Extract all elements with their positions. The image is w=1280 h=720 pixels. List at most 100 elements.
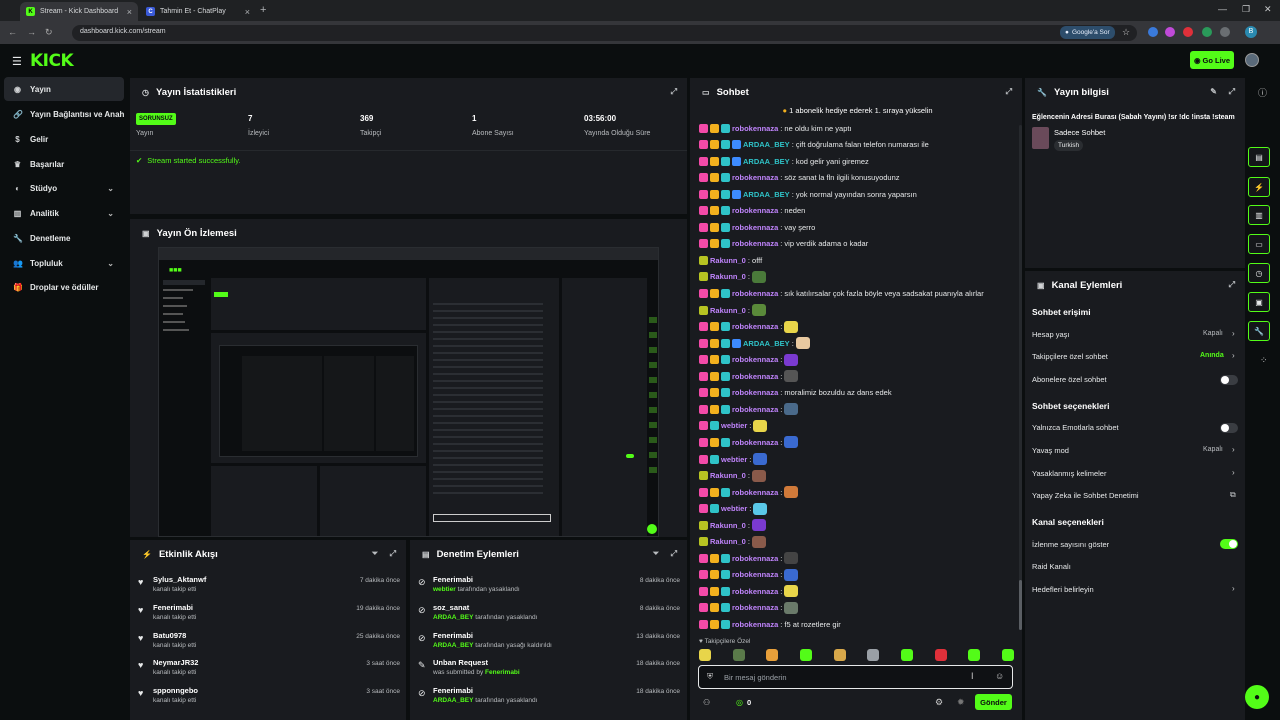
emote-button[interactable] xyxy=(766,649,779,661)
add-widget-icon[interactable]: ⁘ xyxy=(1260,355,1268,366)
chat-username[interactable]: ARDAA_BEY xyxy=(743,140,790,149)
category-name[interactable]: Sadece Sohbet xyxy=(1054,128,1105,137)
chat-username[interactable]: robokennaza xyxy=(732,355,778,364)
sidebar-item-topluluk[interactable]: 👥 Topluluk ⌄ xyxy=(4,251,124,275)
rail-stats-button[interactable]: ◷ xyxy=(1248,263,1270,283)
moderation-target[interactable]: Fenerimabi xyxy=(433,631,473,640)
chat-username[interactable]: Rakunn_0 xyxy=(710,272,746,281)
language-tag[interactable]: Turkish xyxy=(1054,140,1084,151)
tab-kick-dashboard[interactable]: K Stream - Kick Dashboard × xyxy=(20,2,138,21)
chevron-right-icon[interactable]: › xyxy=(1232,468,1235,477)
stream-preview-video[interactable]: ■■■ xyxy=(158,247,659,537)
moderation-actor[interactable]: ARDAA_BEY xyxy=(433,697,473,704)
chat-scrollbar-thumb[interactable] xyxy=(1019,580,1022,630)
chevron-right-icon[interactable]: › xyxy=(1232,584,1235,593)
chevron-right-icon[interactable]: › xyxy=(1232,329,1235,338)
moderation-actor[interactable]: webtier xyxy=(433,586,456,593)
users-icon[interactable]: ⚇ xyxy=(703,698,710,707)
extension-icon[interactable] xyxy=(1202,27,1212,37)
setting-value[interactable]: Kapalı xyxy=(1203,446,1223,453)
emote-button[interactable] xyxy=(1001,649,1014,661)
chat-username[interactable]: Rakunn_0 xyxy=(710,471,746,480)
chevron-right-icon[interactable]: › xyxy=(1232,445,1235,454)
emote-button[interactable] xyxy=(934,649,947,661)
info-icon[interactable]: ⓘ xyxy=(1258,86,1267,99)
chat-username[interactable]: robokennaza xyxy=(732,239,778,248)
activity-user[interactable]: Fenerimabi xyxy=(153,603,193,612)
chat-username[interactable]: robokennaza xyxy=(732,206,778,215)
tab-chatplay[interactable]: C Tahmin Et - ChatPlay × xyxy=(140,2,256,21)
expand-icon[interactable]: ⤢ xyxy=(671,87,677,97)
external-link-icon[interactable]: ⧉ xyxy=(1230,490,1236,500)
google-ask-button[interactable]: ● Google'a Sor xyxy=(1060,26,1115,39)
chat-username[interactable]: robokennaza xyxy=(732,372,778,381)
help-chat-button[interactable]: ● xyxy=(1245,685,1269,709)
chat-username[interactable]: robokennaza xyxy=(732,322,778,331)
chat-username[interactable]: robokennaza xyxy=(732,603,778,612)
chat-username[interactable]: webtier xyxy=(721,455,747,464)
chevron-right-icon[interactable]: › xyxy=(1232,351,1235,360)
emoji-icon[interactable]: ☺ xyxy=(995,671,1004,681)
moderation-actor[interactable]: ARDAA_BEY xyxy=(433,642,473,649)
extension-icon[interactable] xyxy=(1165,27,1175,37)
url-field[interactable]: dashboard.kick.com/stream xyxy=(72,25,1137,41)
moderation-actor[interactable]: ARDAA_BEY xyxy=(433,614,473,621)
chat-username[interactable]: robokennaza xyxy=(732,570,778,579)
setting-value[interactable]: Anında xyxy=(1200,352,1224,359)
chat-username[interactable]: robokennaza xyxy=(732,554,778,563)
moderation-target[interactable]: Unban Request xyxy=(433,658,488,667)
chat-username[interactable]: robokennaza xyxy=(732,488,778,497)
chat-username[interactable]: robokennaza xyxy=(732,438,778,447)
points-icon[interactable]: ◎ xyxy=(736,698,743,707)
sidebar-item-stream-key[interactable]: 🔗 Yayın Bağlantısı ve Anahtarı xyxy=(4,102,124,126)
chat-username[interactable]: robokennaza xyxy=(732,405,778,414)
rail-activity-button[interactable]: ⚡ xyxy=(1248,177,1270,197)
send-button[interactable]: Gönder xyxy=(975,694,1012,710)
extension-icon[interactable] xyxy=(1148,27,1158,37)
chat-username[interactable]: Rakunn_0 xyxy=(710,537,746,546)
moderation-target[interactable]: Fenerimabi xyxy=(433,686,473,695)
emote-button[interactable] xyxy=(833,649,846,661)
filter-icon[interactable]: ⏷ xyxy=(372,549,378,559)
bookmark-star-icon[interactable]: ☆ xyxy=(1122,27,1132,37)
rail-video-button[interactable]: ▤ xyxy=(1248,147,1270,167)
close-window-icon[interactable]: ✕ xyxy=(1264,4,1272,15)
chat-username[interactable]: ARDAA_BEY xyxy=(743,157,790,166)
chat-username[interactable]: webtier xyxy=(721,504,747,513)
maximize-icon[interactable]: ❐ xyxy=(1242,4,1250,15)
gear-icon[interactable]: ⚙ xyxy=(935,697,943,708)
moderation-actor[interactable]: Fenerimabi xyxy=(485,669,520,676)
menu-hamburger-icon[interactable]: ☰ xyxy=(12,55,22,68)
sidebar-item-gelir[interactable]: $ Gelir xyxy=(4,127,124,151)
expand-icon[interactable]: ⤢ xyxy=(1229,87,1235,97)
emote-button[interactable] xyxy=(867,649,880,661)
expand-icon[interactable]: ⤢ xyxy=(1229,280,1235,290)
emote-button[interactable] xyxy=(900,649,913,661)
rail-moderation-button[interactable]: ▥ xyxy=(1248,205,1270,225)
chat-username[interactable]: robokennaza xyxy=(732,587,778,596)
activity-user[interactable]: Batu0978 xyxy=(153,631,186,640)
activity-user[interactable]: NeymarJR32 xyxy=(153,658,198,667)
rail-info-button[interactable]: 🔧 xyxy=(1248,321,1270,341)
sidebar-item-analitik[interactable]: ▥ Analitik ⌄ xyxy=(4,201,124,225)
setting-value[interactable]: Kapalı xyxy=(1203,330,1223,337)
reload-icon[interactable]: ↻ xyxy=(45,27,53,38)
subs-chat-toggle[interactable] xyxy=(1220,375,1238,385)
chat-username[interactable]: Rakunn_0 xyxy=(710,306,746,315)
expand-icon[interactable]: ⤢ xyxy=(671,549,677,559)
emote-menu-icon[interactable]: ✹ xyxy=(957,697,965,708)
close-tab-icon[interactable]: × xyxy=(127,7,132,17)
emote-button[interactable] xyxy=(732,649,745,661)
chat-username[interactable]: Rakunn_0 xyxy=(710,256,746,265)
filter-icon[interactable]: ⏷ xyxy=(653,549,659,559)
moderation-target[interactable]: Fenerimabi xyxy=(433,575,473,584)
edit-icon[interactable]: ✎ xyxy=(1210,87,1217,96)
browser-profile-avatar[interactable]: B xyxy=(1245,26,1257,38)
kick-logo[interactable]: KICK xyxy=(30,51,74,71)
close-tab-icon[interactable]: × xyxy=(245,7,250,17)
emote-button[interactable] xyxy=(699,649,711,661)
chat-username[interactable]: robokennaza xyxy=(732,388,778,397)
chat-input[interactable]: ⛨ Bir mesaj gönderin I ☺ xyxy=(698,665,1013,689)
chat-username[interactable]: robokennaza xyxy=(732,289,778,298)
forward-icon[interactable]: → xyxy=(27,27,36,37)
